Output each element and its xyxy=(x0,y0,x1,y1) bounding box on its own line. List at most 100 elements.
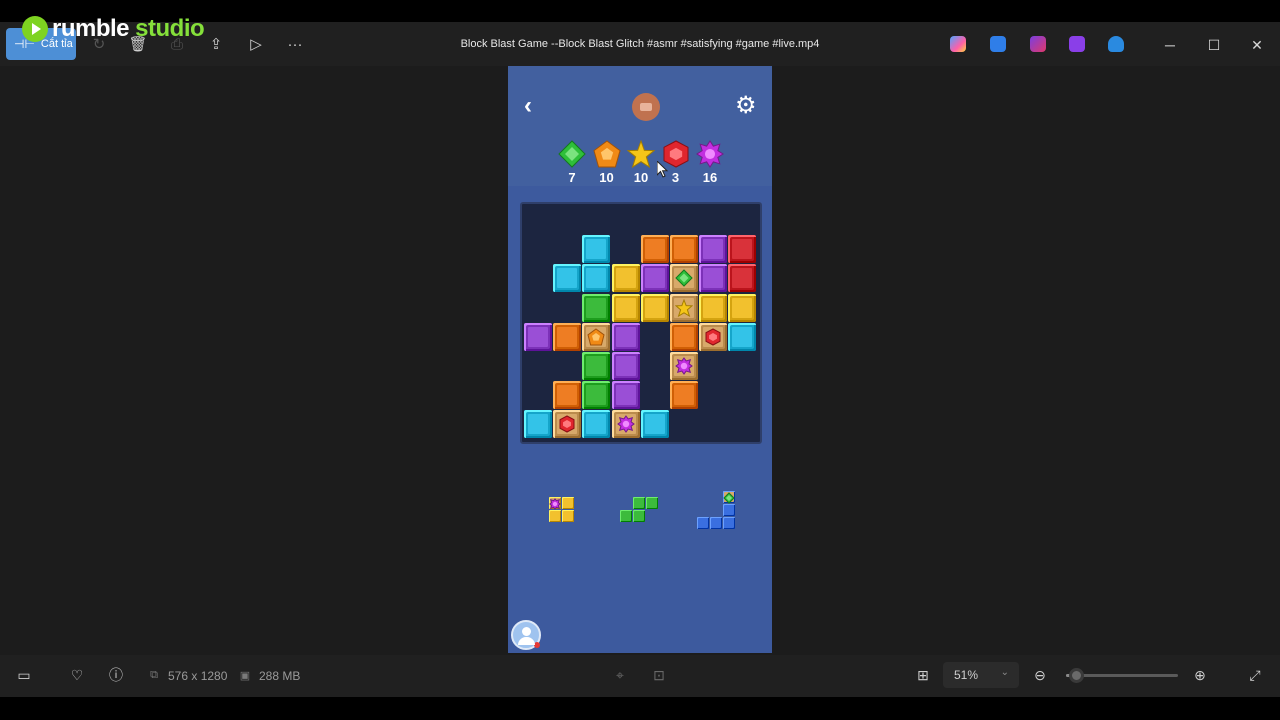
file-size: 288 MB xyxy=(259,669,301,683)
board-cell xyxy=(553,410,582,439)
player-avatar-icon[interactable] xyxy=(511,620,541,650)
board-cell xyxy=(611,410,640,439)
green-diamond-icon xyxy=(558,140,586,168)
piece-cell xyxy=(562,510,574,522)
maximize-button[interactable]: ☐ xyxy=(1200,34,1228,56)
back-arrow-icon[interactable]: ‹ xyxy=(524,94,544,118)
board-cell xyxy=(640,235,669,264)
paint-icon[interactable] xyxy=(1030,36,1046,52)
orange-pentagon-icon xyxy=(587,328,605,346)
green-diamond-icon xyxy=(675,269,693,288)
piece-cell xyxy=(723,504,735,516)
record-video-icon[interactable] xyxy=(632,93,660,121)
goal-count: 10 xyxy=(599,170,614,185)
window-title: Block Blast Game --Block Blast Glitch #a… xyxy=(460,38,820,50)
minimize-button[interactable]: ─ xyxy=(1156,34,1184,56)
piece-cell xyxy=(646,497,658,509)
text-scan-icon[interactable]: ⊡ xyxy=(650,666,668,684)
logo-studio: studio xyxy=(129,15,205,42)
close-button[interactable]: ✕ xyxy=(1243,34,1271,56)
board-cell xyxy=(670,235,698,264)
board-cell xyxy=(670,293,698,322)
board-cell xyxy=(582,293,611,322)
board-cell xyxy=(670,381,698,410)
rumble-play-icon xyxy=(22,16,48,42)
board-cell xyxy=(670,264,698,293)
board-cell xyxy=(582,352,611,380)
board-cell xyxy=(699,293,728,322)
image-dimensions: 576 x 1280 xyxy=(168,669,228,683)
info-icon[interactable]: ⓘ xyxy=(107,666,125,684)
slideshow-icon[interactable]: ▷ xyxy=(245,34,267,54)
logo-rumble: rumble xyxy=(52,15,130,42)
goal-purple-burst: 16 xyxy=(694,140,726,185)
board-cell xyxy=(640,264,669,293)
share-icon[interactable]: ⇪ xyxy=(205,34,227,54)
more-options-button[interactable]: ··· xyxy=(284,34,306,54)
onedrive-icon[interactable] xyxy=(1108,36,1124,52)
board-cell xyxy=(611,381,640,410)
mouse-cursor-icon xyxy=(656,159,669,184)
rumble-studio-logo: rumble studio xyxy=(22,14,205,44)
board-cell xyxy=(728,322,757,351)
fullscreen-icon[interactable]: ⤢ xyxy=(1246,666,1264,684)
zoom-level-select[interactable]: 51% ⌄ xyxy=(943,662,1019,688)
board-cell xyxy=(728,235,757,264)
board-cell xyxy=(582,235,611,264)
piece-cell xyxy=(549,510,561,522)
board-cell xyxy=(582,410,611,439)
piece-cell xyxy=(710,517,722,529)
piece-cell xyxy=(723,517,735,529)
board-cell xyxy=(611,264,640,293)
board-cell xyxy=(582,322,611,351)
board-cell xyxy=(728,264,757,293)
copilot-icon[interactable] xyxy=(950,36,966,52)
edit-magic-icon[interactable] xyxy=(990,36,1006,52)
filmstrip-icon[interactable]: ▭ xyxy=(15,666,33,684)
goal-green-diamond: 7 xyxy=(556,140,588,185)
board-cell xyxy=(611,322,640,351)
board-cell xyxy=(553,322,582,351)
board-cell xyxy=(670,352,698,380)
board-cell xyxy=(670,322,698,351)
clipchamp-icon[interactable] xyxy=(1069,36,1085,52)
board-cell xyxy=(524,410,552,439)
red-hexagon-icon xyxy=(704,328,722,346)
piece-cell xyxy=(633,510,645,522)
favorite-heart-icon[interactable]: ♡ xyxy=(68,666,86,684)
zoom-level: 51% xyxy=(954,668,979,682)
piece-cell xyxy=(633,497,645,509)
board-cell xyxy=(524,322,552,351)
board-cell xyxy=(553,264,582,293)
purple-burst-icon xyxy=(616,415,635,434)
file-size-icon: ▣ xyxy=(239,669,251,682)
visual-search-icon[interactable]: ⌖ xyxy=(611,666,629,684)
orange-pentagon-icon xyxy=(592,140,621,168)
piece-cell xyxy=(562,497,574,509)
game-board[interactable] xyxy=(520,202,762,444)
piece-cell xyxy=(549,497,561,510)
goal-orange-pentagon: 10 xyxy=(591,140,623,185)
chevron-down-icon: ⌄ xyxy=(1000,667,1009,678)
zoom-out-icon[interactable]: ⊖ xyxy=(1031,666,1049,684)
game-screen: ‹ ⚙ 7 10 10 3 16 xyxy=(508,66,772,653)
board-cell xyxy=(699,322,728,351)
board-cell xyxy=(640,410,669,439)
yellow-star-icon xyxy=(626,139,656,169)
zoom-slider-thumb[interactable] xyxy=(1069,668,1084,683)
goal-count: 10 xyxy=(633,170,649,185)
board-cell xyxy=(728,293,757,322)
zoom-in-icon[interactable]: ⊕ xyxy=(1191,666,1209,684)
board-cell xyxy=(553,381,582,410)
goal-count: 16 xyxy=(702,170,718,185)
purple-burst-icon xyxy=(696,140,724,168)
purple-burst-icon xyxy=(675,357,693,375)
board-cell xyxy=(582,264,611,293)
actual-size-icon[interactable]: ⊞ xyxy=(914,666,932,684)
board-cell xyxy=(611,352,640,380)
goal-count: 7 xyxy=(568,170,576,185)
letterbox-bottom xyxy=(0,697,1280,720)
settings-gear-icon[interactable]: ⚙ xyxy=(735,94,759,118)
piece-cell xyxy=(620,510,632,522)
board-cell xyxy=(699,264,728,293)
